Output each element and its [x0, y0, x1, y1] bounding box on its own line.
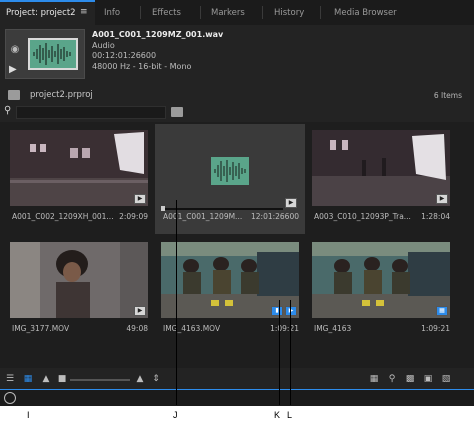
clip-tile-name: A001_C002_1209XH_001... — [12, 212, 114, 221]
sort-icon[interactable]: ■ — [56, 374, 68, 385]
clip-type: Audio — [92, 40, 115, 50]
list-view-icon[interactable]: ☰ — [4, 374, 16, 385]
callout-label-j: J — [173, 410, 178, 420]
project-panel: Project: project2 ≡ Info Effects Markers… — [0, 0, 474, 406]
clip-preview[interactable]: ◉ ▶ — [5, 29, 85, 79]
new-item-icon[interactable]: ▣ — [422, 374, 434, 385]
search-row: ⚲ — [0, 105, 474, 121]
bottom-toolbar: ☰ ▦ ▲ ■ ▲ ⇕ ▦ ⚲ ▩ ▣ ▧ — [0, 370, 474, 390]
callout-line-k — [279, 300, 280, 405]
clip-name: A001_C001_1209MZ_001.wav — [92, 30, 224, 39]
automate-to-sequence-icon[interactable]: ▦ — [368, 374, 380, 385]
scrub-playhead[interactable] — [161, 206, 165, 211]
zoom-large-icon[interactable]: ▲ — [134, 374, 146, 385]
clip-tile-duration: 2:09:09 — [119, 212, 148, 221]
icon-view-grid: ▶ A001_C002_1209XH_001... 2:09:09 ▶ A001… — [0, 122, 474, 368]
tab-separator — [140, 6, 141, 19]
clip-tile-selected[interactable]: ▶ A001_C001_1209M... 12:01:26600 — [155, 124, 305, 234]
folder-icon[interactable] — [8, 90, 20, 100]
clip-tile-name: IMG_3177.MOV — [12, 324, 70, 333]
hamburger-icon[interactable]: ≡ — [80, 8, 88, 17]
search-input[interactable] — [16, 106, 166, 119]
callout-label-k: K — [274, 410, 281, 420]
media-type-badge: ▶ — [134, 194, 146, 204]
clip-tile[interactable]: ▶ IMG_3177.MOV 49:08 — [4, 236, 154, 346]
media-type-badge: ▶ — [285, 306, 297, 316]
media-type-badge: ▶ — [134, 306, 146, 316]
sequence-badge: ▦ — [436, 306, 448, 316]
tab-separator — [320, 6, 321, 19]
filter-icon[interactable] — [4, 392, 16, 404]
clip-thumbnail — [161, 130, 299, 206]
status-bar — [0, 390, 474, 406]
callout-label-i: I — [27, 410, 30, 420]
media-type-badge: ▶ — [285, 198, 297, 208]
search-icon[interactable]: ⚲ — [4, 105, 11, 116]
audio-video-badge: ▮ — [271, 306, 283, 316]
tab-markers[interactable]: Markers — [205, 0, 251, 25]
callout-label-l: L — [287, 410, 293, 420]
poster-frame-icon[interactable]: ◉ — [8, 44, 22, 58]
clip-tile-duration: 12:01:26600 — [251, 212, 299, 221]
clip-tile-name: A001_C001_1209M... — [163, 212, 243, 221]
media-type-badge: ▶ — [436, 194, 448, 204]
scrub-bar[interactable] — [163, 208, 283, 210]
clip-duration: 00:12:01:26600 — [92, 51, 157, 60]
clip-thumbnail — [312, 130, 450, 206]
tab-separator — [262, 6, 263, 19]
audio-thumbnail — [28, 38, 78, 70]
zoom-slider[interactable] — [70, 379, 130, 381]
tab-media-browser[interactable]: Media Browser — [328, 0, 403, 25]
clip-tile-duration: 1:09:21 — [270, 324, 299, 333]
play-icon[interactable]: ▶ — [9, 64, 17, 75]
clip-tile-duration: 49:08 — [126, 324, 148, 333]
clip-tile-duration: 1:09:21 — [421, 324, 450, 333]
project-row: project2.prproj 6 Items — [0, 88, 474, 104]
clip-tile[interactable]: ▮ ▶ IMG_4163.MOV 1:09:21 — [155, 236, 305, 346]
clip-tile[interactable]: ▦ IMG_4163 1:09:21 — [306, 236, 456, 346]
tab-info[interactable]: Info — [98, 0, 126, 25]
callout-line-j — [176, 200, 177, 405]
find-icon[interactable]: ⚲ — [386, 374, 398, 385]
clip-tile-name: IMG_4163 — [314, 324, 352, 333]
clip-tile-duration: 1:28:04 — [421, 212, 450, 221]
clip-format: 48000 Hz - 16-bit - Mono — [92, 61, 192, 71]
clip-thumbnail — [312, 242, 450, 318]
tab-history[interactable]: History — [268, 0, 310, 25]
clip-metadata: A001_C001_1209MZ_001.wav Audio 00:12:01:… — [92, 30, 223, 72]
clip-thumbnail — [10, 130, 148, 206]
tab-effects[interactable]: Effects — [146, 0, 187, 25]
clip-thumbnail — [10, 242, 148, 318]
tab-bar: Project: project2 ≡ Info Effects Markers… — [0, 0, 474, 25]
icon-view-icon[interactable]: ▦ — [22, 374, 34, 385]
sort-options-icon[interactable]: ⇕ — [150, 374, 162, 385]
new-bin-icon[interactable]: ▩ — [404, 374, 416, 385]
tab-separator — [200, 6, 201, 19]
clip-tile[interactable]: ▶ A003_C010_12093P_Tra... 1:28:04 — [306, 124, 456, 234]
tab-project-label: Project: project2 — [6, 8, 76, 18]
trash-icon[interactable]: ▧ — [440, 374, 452, 385]
clip-tile[interactable]: ▶ A001_C002_1209XH_001... 2:09:09 — [4, 124, 154, 234]
waveform-icon — [33, 43, 71, 65]
clip-tile-name: IMG_4163.MOV — [163, 324, 221, 333]
callout-line-l — [290, 300, 291, 405]
clip-tile-name: A003_C010_12093P_Tra... — [314, 212, 411, 221]
freeform-view-icon[interactable]: ▲ — [40, 374, 52, 385]
project-name: project2.prproj — [30, 90, 93, 100]
new-search-bin-icon[interactable] — [171, 107, 183, 117]
item-count: 6 Items — [433, 91, 462, 100]
